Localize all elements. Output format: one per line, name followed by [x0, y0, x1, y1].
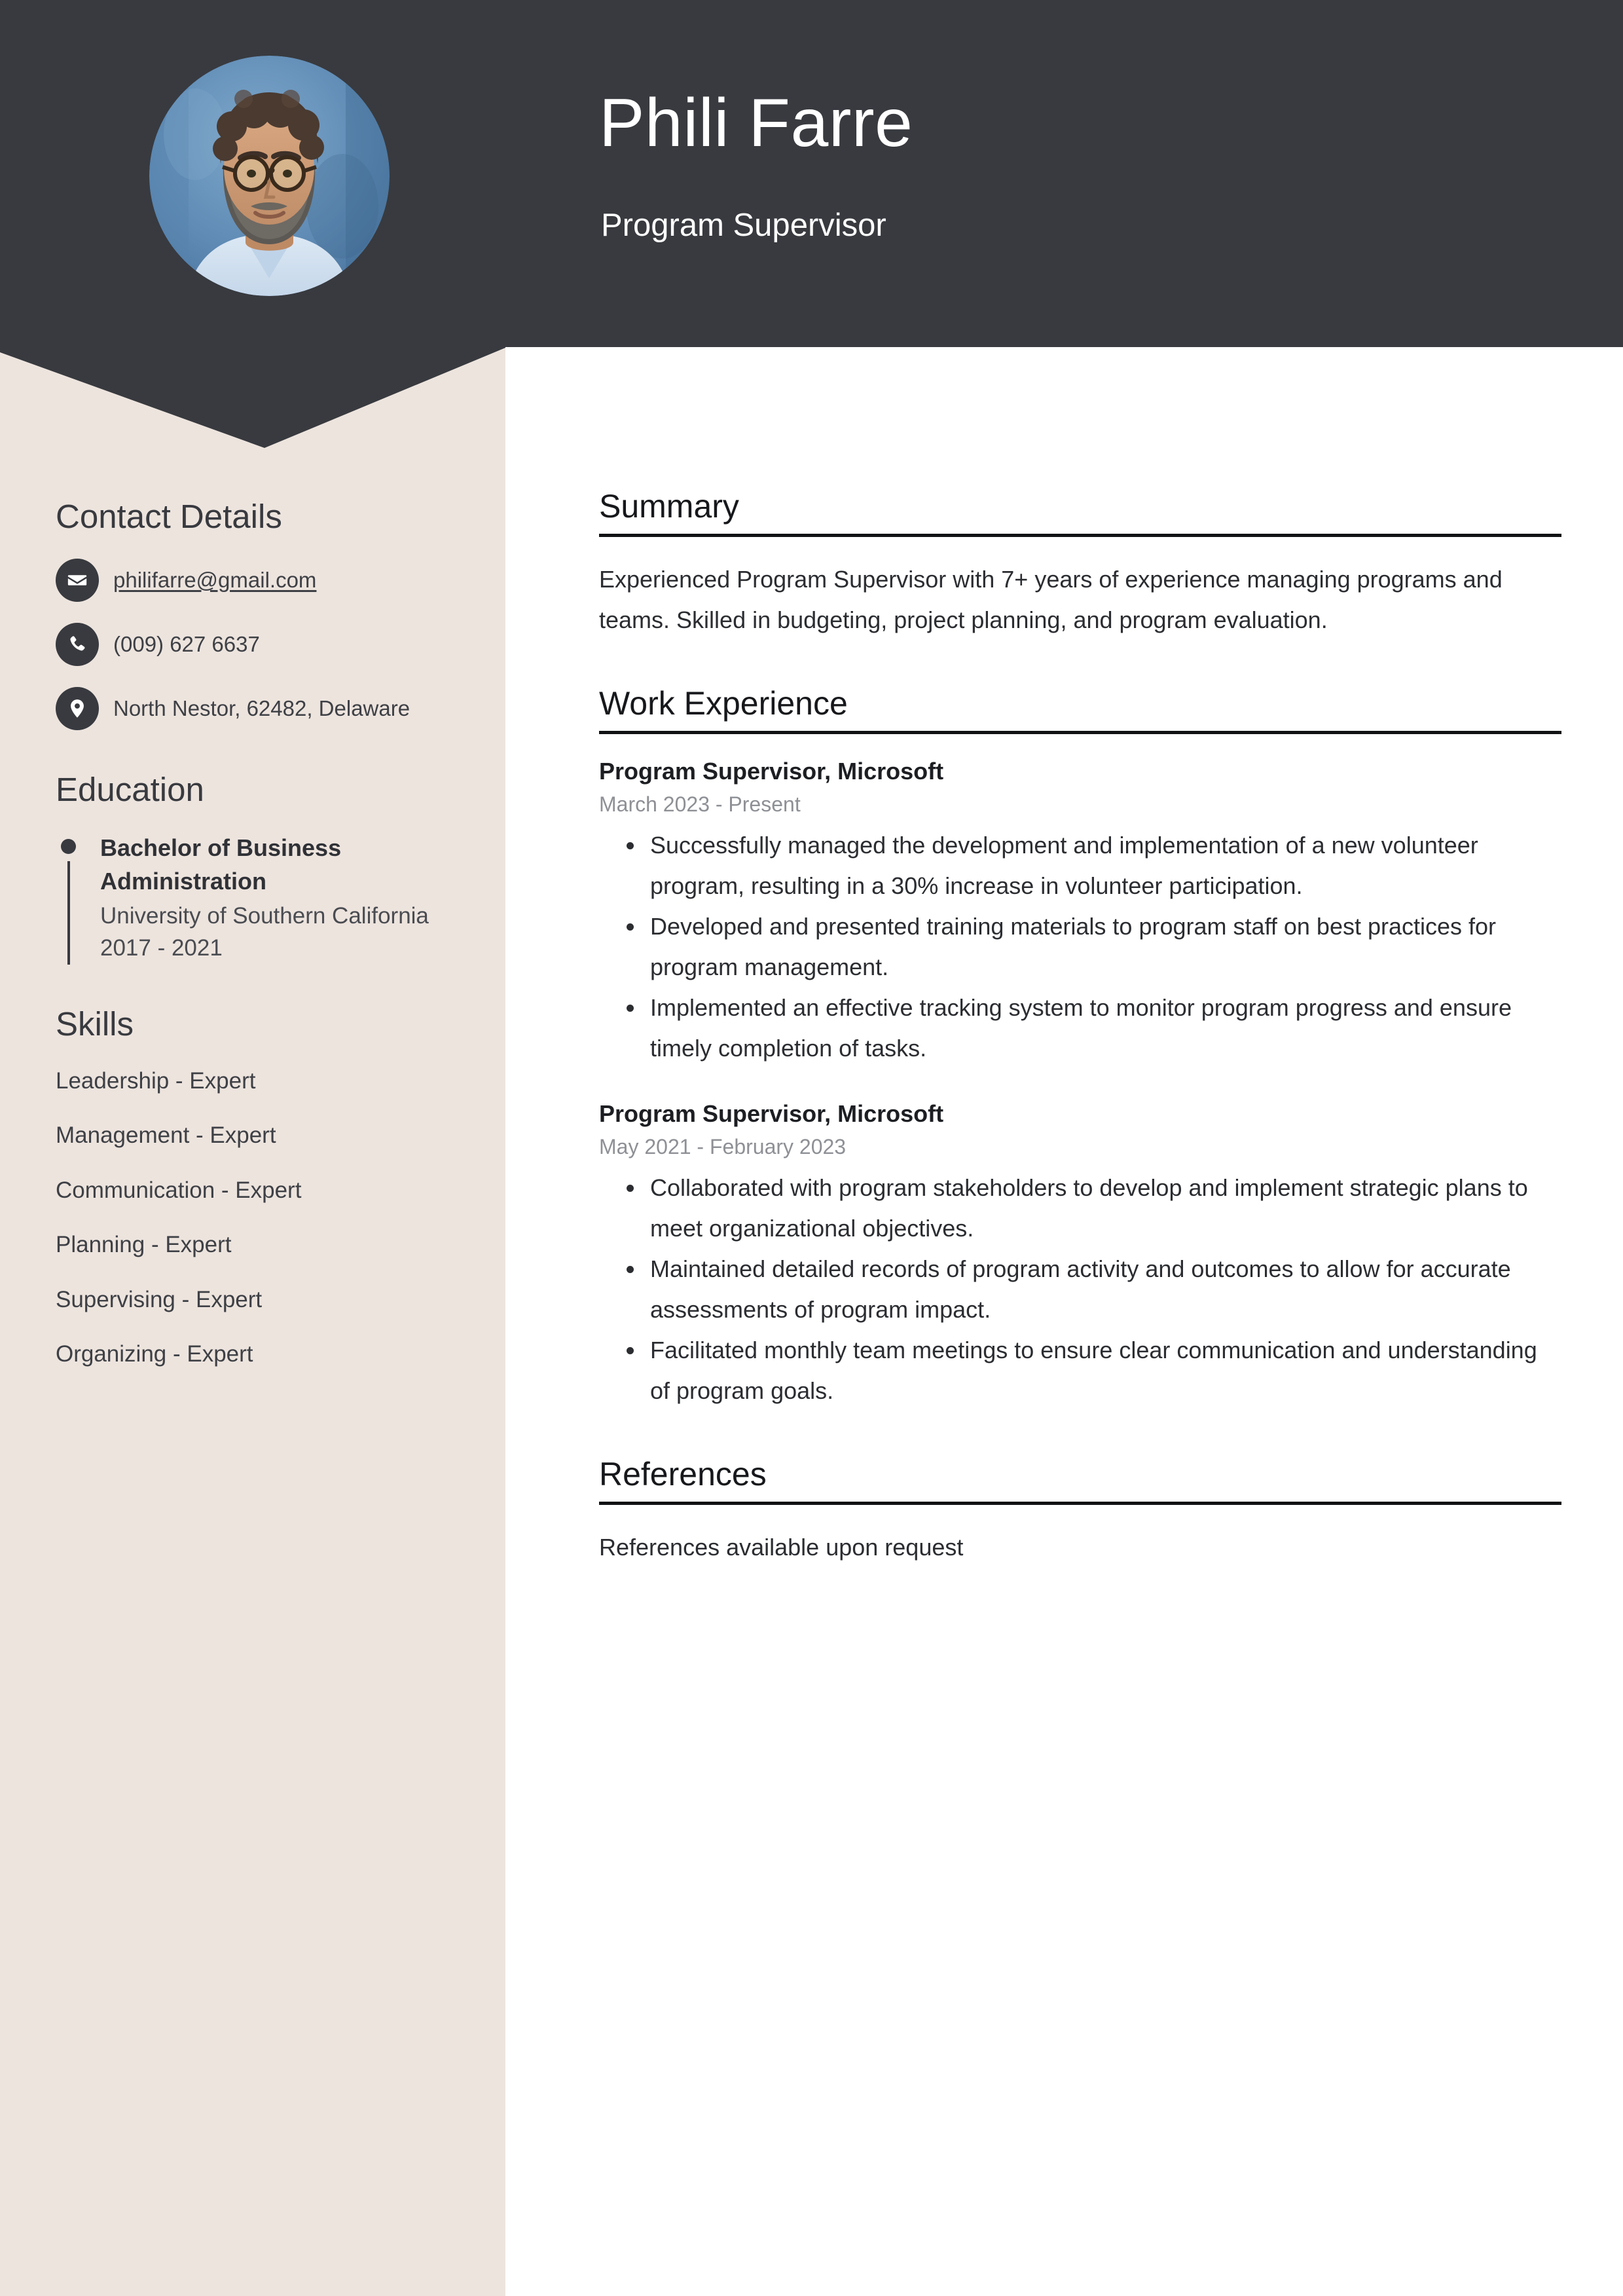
skills-heading: Skills [56, 1005, 134, 1043]
summary-text: Experienced Program Supervisor with 7+ y… [599, 566, 1503, 633]
education-degree: Bachelor of Business Administration [100, 834, 342, 895]
work-experience-heading: Work Experience [599, 685, 1561, 734]
references-section: References References available upon req… [599, 1456, 1561, 1568]
job-bullet: Collaborated with program stakeholders t… [599, 1168, 1561, 1249]
portrait-photo [149, 56, 390, 296]
job-bullet: Maintained detailed records of program a… [599, 1249, 1561, 1330]
timeline-dot-icon [61, 839, 76, 855]
contact-email-value[interactable]: philifarre@gmail.com [113, 566, 316, 593]
job-role: Program Supervisor, Microsoft [599, 757, 944, 785]
skill-item: Planning - Expert [56, 1232, 232, 1258]
main-content: Summary Experienced Program Supervisor w… [599, 488, 1561, 1612]
contact-item-email[interactable]: philifarre@gmail.com [56, 558, 475, 602]
references-heading: References [599, 1456, 1561, 1505]
location-icon [56, 686, 99, 730]
education-years: 2017 - 2021 [100, 935, 223, 961]
contact-item-location: North Nestor, 62482, Delaware [56, 686, 475, 730]
sidebar-content: Contact Details philifarre@gmail.com (00… [56, 498, 475, 1410]
contact-location-value: North Nestor, 62482, Delaware [113, 696, 410, 721]
skill-item: Leadership - Expert [56, 1067, 256, 1094]
job-entry: Program Supervisor, Microsoft May 2021 -… [599, 1099, 1561, 1411]
job-bullet: Developed and presented training materia… [599, 906, 1561, 988]
job-bullet-list: Collaborated with program stakeholders t… [599, 1168, 1561, 1411]
skill-item: Management - Expert [56, 1122, 276, 1149]
job-bullet: Implemented an effective tracking system… [599, 988, 1561, 1069]
skill-item: Communication - Expert [56, 1177, 302, 1203]
work-experience-section: Work Experience Program Supervisor, Micr… [599, 685, 1561, 1411]
resume-page: Phili Farre Program Supervisor Contact D… [0, 0, 1623, 2296]
job-bullet: Successfully managed the development and… [599, 825, 1561, 906]
job-dates: May 2021 - February 2023 [599, 1134, 847, 1158]
email-icon [56, 558, 99, 602]
job-entry: Program Supervisor, Microsoft March 2023… [599, 756, 1561, 1069]
page-title: Phili Farre [599, 85, 913, 161]
job-bullet-list: Successfully managed the development and… [599, 825, 1561, 1068]
skills-section: Skills Leadership - Expert Management - … [56, 1005, 475, 1369]
skill-item: Supervising - Expert [56, 1286, 263, 1312]
education-heading: Education [56, 770, 204, 808]
phone-icon [56, 622, 99, 666]
skill-item: Organizing - Expert [56, 1341, 253, 1367]
education-item: Bachelor of Business Administration Univ… [56, 831, 475, 965]
contact-phone-value: (009) 627 6637 [113, 632, 260, 657]
summary-heading: Summary [599, 488, 1561, 537]
avatar [149, 56, 390, 296]
education-school: University of Southern California [100, 902, 429, 929]
job-bullet: Facilitated monthly team meetings to ens… [599, 1330, 1561, 1411]
contact-item-phone[interactable]: (009) 627 6637 [56, 622, 475, 666]
timeline-line [67, 861, 70, 965]
contact-details-section: Contact Details philifarre@gmail.com (00… [56, 498, 475, 730]
education-section: Education Bachelor of Business Administr… [56, 771, 475, 965]
job-role: Program Supervisor, Microsoft [599, 1100, 944, 1127]
contact-details-heading: Contact Details [56, 498, 282, 535]
references-text: References available upon request [599, 1533, 964, 1561]
summary-section: Summary Experienced Program Supervisor w… [599, 488, 1561, 640]
job-dates: March 2023 - Present [599, 792, 801, 816]
header-job-title: Program Supervisor [601, 208, 886, 243]
